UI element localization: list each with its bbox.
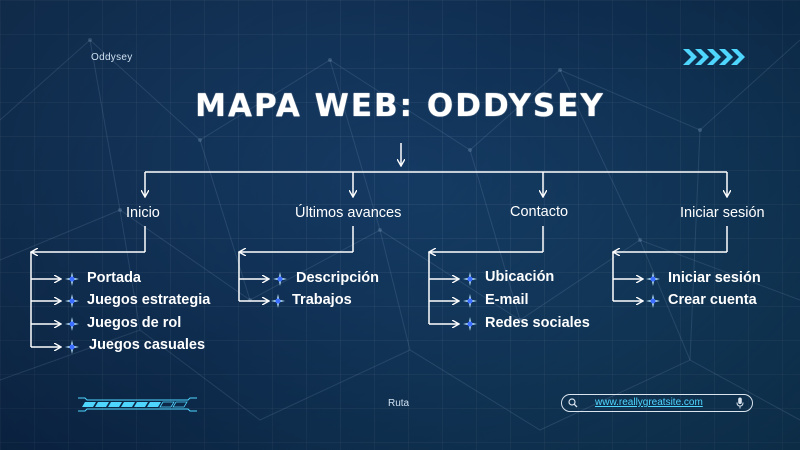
sparkle-icon [463,272,477,286]
progress-bar [78,397,197,412]
footer-label: Ruta [388,398,410,409]
search-bar[interactable]: www.reallygreatsite.com [561,394,753,412]
list-item: Trabajos [292,292,352,308]
list-item: Portada [87,270,141,286]
sparkle-icon [463,294,477,308]
sparkle-icon [65,294,79,308]
section-ultimos-avances: Últimos avances [295,205,402,221]
list-item: Descripción [296,270,379,286]
sparkle-icon [65,340,79,354]
list-item: Crear cuenta [668,292,757,308]
microphone-icon[interactable] [736,397,744,409]
sparkle-icon [646,294,660,308]
section-inicio: Inicio [126,205,160,221]
section-contacto: Contacto [510,204,569,220]
list-item: Redes sociales [485,315,590,331]
list-item: Iniciar sesión [668,270,761,286]
list-item: Ubicación [485,269,555,285]
section-iniciar-sesion: Iniciar sesión [680,205,765,221]
sparkle-icon [65,272,79,286]
connector-lines [0,143,800,450]
sparkle-icon [646,272,660,286]
sparkle-icon [273,272,287,286]
list-item: Juegos casuales [89,337,206,353]
sparkle-icon [65,317,79,331]
sparkle-icon [463,317,477,331]
website-link[interactable]: www.reallygreatsite.com [595,397,703,408]
list-item: Juegos de rol [87,315,182,331]
search-icon [568,398,578,408]
sparkle-icon [271,294,285,308]
list-item: Juegos estrategia [87,292,211,308]
list-item: E-mail [485,292,529,308]
